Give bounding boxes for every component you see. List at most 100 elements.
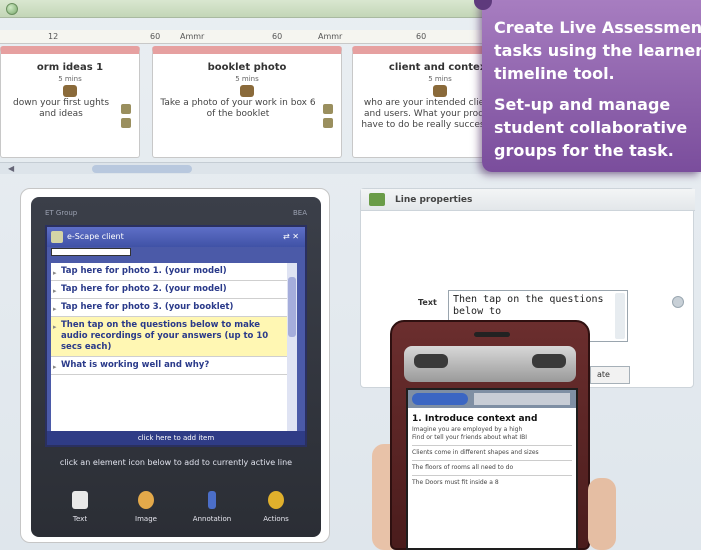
handset-text: Find or tell your friends about what IBI (412, 434, 528, 441)
ruler-label: Ammr (180, 32, 205, 41)
handset-text: The Doors must fit inside a 8 (412, 479, 499, 486)
mobile-handset-photo: 1. Introduce context and Imagine you are… (372, 318, 618, 550)
list-item[interactable]: ▸Tap here for photo 2. (your model)✎ (51, 281, 297, 299)
pencil-icon (433, 85, 447, 97)
card-tools (323, 104, 335, 148)
handset-body: 1. Introduce context and Imagine you are… (390, 320, 590, 550)
dock-label: Image (135, 515, 157, 523)
list-item[interactable]: ▸ What is working well and why? (51, 357, 297, 375)
device-preview-panel: ET Group BEA e-Scape client ⇄ ✕ ▸ Tap her… (20, 188, 330, 543)
softkey-left (414, 354, 448, 368)
card-tools (121, 104, 133, 148)
scroll-left-icon[interactable]: ◀ (8, 165, 16, 173)
ruler-label: Ammr (318, 32, 343, 41)
device-status-bar: ET Group BEA (45, 209, 307, 223)
divider (412, 445, 572, 446)
card-title: orm ideas 1 (36, 62, 104, 73)
timeline-card[interactable]: booklet photo 5 mins Take a photo of you… (152, 46, 342, 158)
promo-text-1: Create Live Assessment tasks using the l… (494, 18, 701, 83)
properties-icon (369, 193, 385, 206)
list-item-text: Then tap on the questions below to make … (61, 320, 269, 352)
gear-icon (268, 491, 284, 509)
device-id: BEA (292, 209, 307, 217)
bullet-icon: ▸ (53, 287, 57, 295)
screen-input[interactable] (51, 248, 131, 256)
handset-screen: 1. Introduce context and Imagine you are… (406, 388, 578, 550)
app-icon (51, 231, 63, 243)
device-group: ET Group (45, 209, 78, 217)
timeline-card[interactable]: orm ideas 1 5 mins down your first ughts… (0, 46, 140, 158)
back-tab (412, 393, 468, 405)
close-icon[interactable]: ⇄ ✕ (283, 232, 299, 241)
card-title: booklet photo (207, 62, 287, 73)
line-text-value: Then tap on the questions below to (453, 294, 604, 317)
mic-icon[interactable] (121, 104, 131, 114)
divider (412, 475, 572, 476)
ruler-label: 60 (150, 32, 161, 41)
list-item-text: Tap here for photo 3. (your booklet) (61, 302, 234, 312)
dock-image[interactable]: Image (121, 491, 171, 523)
card-duration: 5 mins (58, 75, 82, 83)
image-icon (138, 491, 154, 509)
device-hint: click an element icon below to add to cu… (59, 458, 293, 467)
pen-icon (208, 491, 216, 509)
scrollbar-thumb[interactable] (288, 277, 296, 337)
card-duration: 5 mins (235, 75, 259, 83)
list-item-text: Tap here for photo 2. (your model) (61, 284, 227, 294)
bullet-icon: ▸ (53, 305, 57, 313)
edit-icon[interactable] (323, 118, 333, 128)
ruler-label: 60 (272, 32, 283, 41)
scrollbar-thumb[interactable] (92, 165, 192, 173)
dock-actions[interactable]: Actions (251, 491, 301, 523)
edit-icon[interactable] (121, 118, 131, 128)
mic-icon[interactable] (323, 104, 333, 114)
ruler-label: 60 (416, 32, 427, 41)
add-item-bar[interactable]: click here to add item (47, 431, 305, 445)
list-item-text: What is working well and why? (61, 360, 210, 370)
device-preview: ET Group BEA e-Scape client ⇄ ✕ ▸ Tap her… (31, 197, 321, 537)
handset-text: Clients come in different shapes and siz… (412, 449, 539, 456)
pencil-icon (63, 85, 77, 97)
promo-text-2: Set-up and manage student collaborative … (494, 95, 688, 160)
device-screen: e-Scape client ⇄ ✕ ▸ Tap here for photo 1… (45, 225, 307, 447)
list-item[interactable]: ▸Tap here for photo 1. (your model)✎ (51, 263, 297, 281)
camera-icon (240, 85, 254, 97)
promo-callout: Create Live Assessment tasks using the l… (474, 0, 701, 172)
bullet-icon: ▸ (53, 323, 57, 331)
ruler-label: 12 (48, 32, 59, 41)
element-dock: Text Image Annotation Actions (51, 491, 301, 531)
window-icon[interactable] (6, 3, 18, 15)
dock-text[interactable]: Text (55, 491, 105, 523)
divider (412, 460, 572, 461)
help-icon[interactable] (672, 296, 684, 308)
panel-header: Line properties (361, 189, 695, 211)
text-field-label: Text (418, 298, 437, 307)
card-description: Take a photo of your work in box 6 of th… (160, 98, 316, 119)
list-item[interactable]: ▸Tap here for photo 3. (your booklet)✎ (51, 299, 297, 317)
app-window: 12 60 Ammr 60 Ammr 60 orm ideas 1 5 mins… (0, 0, 701, 550)
dock-label: Text (72, 515, 88, 523)
softkey-right (532, 354, 566, 368)
hand-image (588, 478, 616, 550)
handset-keys (404, 346, 576, 382)
bullet-icon: ▸ (53, 363, 57, 371)
handset-text: Imagine you are employed by a high (412, 426, 523, 433)
handset-text: The floors of rooms all need to do (412, 464, 514, 471)
title-tab (474, 393, 570, 405)
text-icon (72, 491, 88, 509)
dock-label: Annotation (192, 515, 232, 523)
screen-header: e-Scape client ⇄ ✕ (47, 227, 305, 247)
screen-title: e-Scape client (67, 232, 124, 241)
activity-list: ▸Tap here for photo 1. (your model)✎ ▸Ta… (51, 263, 297, 433)
list-item-active[interactable]: ▸ Then tap on the questions below to make… (51, 317, 297, 357)
handset-heading: 1. Introduce context and (412, 414, 538, 424)
list-item-text: Tap here for photo 1. (your model) (61, 266, 227, 276)
dock-annotation[interactable]: Annotation (187, 491, 237, 523)
list-scrollbar[interactable] (287, 263, 297, 433)
bullet-icon: ▸ (53, 269, 57, 277)
panel-title: Line properties (395, 195, 473, 205)
dock-label: Actions (263, 515, 289, 523)
card-description: down your first ughts and ideas (12, 98, 110, 119)
earpiece (474, 332, 510, 337)
handset-tabs (408, 390, 576, 408)
